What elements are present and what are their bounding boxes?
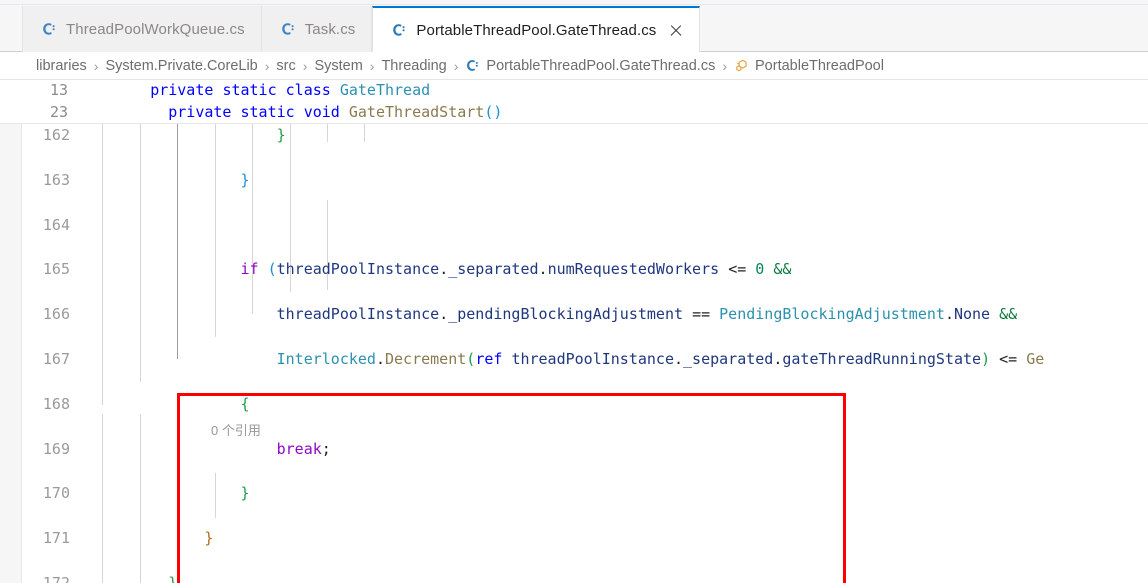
breadcrumb-item-system[interactable]: System (314, 58, 362, 74)
tab-task[interactable]: Task.cs (261, 6, 373, 52)
breadcrumb-item-libraries[interactable]: libraries (36, 58, 87, 74)
line-content: } (240, 170, 250, 189)
csharp-file-icon (467, 60, 479, 71)
breadcrumb-separator: › (722, 57, 727, 74)
breadcrumb: libraries › System.Private.CoreLib › src… (0, 52, 1148, 80)
code-line-166[interactable]: 166 threadPoolInstance._pendingBlockingA… (0, 303, 1148, 325)
breadcrumb-label: PortableThreadPool (755, 57, 884, 74)
line-content: } (168, 573, 178, 583)
code-line-162[interactable]: 162 } (0, 124, 1148, 146)
code-line-168[interactable]: 168 { (0, 393, 1148, 415)
line-content: if (threadPoolInstance._separated.numReq… (240, 260, 792, 279)
code-line-172[interactable]: 172 } (0, 572, 1148, 583)
breadcrumb-item-threading[interactable]: Threading (381, 58, 446, 74)
line-number: 166 (42, 305, 70, 324)
line-content: { (240, 394, 250, 413)
close-icon[interactable] (668, 23, 683, 38)
editor-tab-strip: ThreadPoolWorkQueue.cs Task.cs PortableT… (0, 0, 1148, 52)
breadcrumb-separator: › (264, 57, 270, 74)
line-number: 172 (42, 573, 70, 583)
line-number: 162 (42, 126, 70, 144)
line-number: 167 (42, 349, 70, 368)
line-content: } (276, 126, 286, 144)
line-content: } (204, 529, 214, 548)
breadcrumb-label: PortableThreadPool.GateThread.cs (486, 57, 716, 74)
csharp-file-icon (43, 23, 55, 35)
line-number: 168 (42, 394, 70, 413)
breadcrumb-label: Threading (381, 57, 447, 74)
line-content: Interlocked.Decrement(ref threadPoolInst… (276, 349, 1045, 368)
breadcrumb-item-class[interactable]: PortableThreadPool (734, 58, 884, 74)
line-content: threadPoolInstance._pendingBlockingAdjus… (276, 305, 1018, 324)
breadcrumb-label: libraries (36, 57, 87, 74)
breadcrumb-separator: › (453, 57, 459, 74)
tab-label: Task.cs (304, 20, 356, 38)
breadcrumb-separator: › (369, 57, 375, 74)
code-line-164[interactable]: 164 (0, 214, 1148, 236)
line-number: 171 (42, 529, 70, 548)
line-number: 170 (42, 484, 70, 503)
sticky-line-code[interactable]: private static class GateThread (96, 81, 430, 99)
tab-portablethreadpool-gatethread[interactable]: PortableThreadPool.GateThread.cs (372, 6, 701, 52)
line-number: 169 (42, 439, 70, 458)
breadcrumb-item-file[interactable]: PortableThreadPool.GateThread.cs (465, 58, 715, 74)
code-lines: 162 } 163 } 164 165 if (threadPoolInstan… (0, 124, 1148, 583)
code-line-170[interactable]: 170 } (0, 482, 1148, 504)
sticky-line-code[interactable]: private static void GateThreadStart() (96, 103, 502, 121)
line-number: 163 (42, 170, 70, 189)
codelens-references[interactable]: 0 个引用 (211, 420, 261, 439)
code-line-165[interactable]: 165 if (threadPoolInstance._separated.nu… (0, 258, 1148, 280)
code-line-171[interactable]: 171 } (0, 527, 1148, 549)
code-line-163[interactable]: 163 } (0, 169, 1148, 191)
breadcrumb-item-corelib[interactable]: System.Private.CoreLib (105, 58, 257, 74)
breadcrumb-label: System.Private.CoreLib (105, 57, 258, 74)
csharp-file-icon (393, 24, 406, 36)
line-content: } (240, 484, 250, 503)
code-editor-window: ThreadPoolWorkQueue.cs Task.cs PortableT… (0, 0, 1148, 583)
breadcrumb-label: src (276, 57, 296, 74)
code-line-167[interactable]: 167 Interlocked.Decrement(ref threadPool… (0, 348, 1148, 370)
breadcrumb-separator: › (93, 57, 99, 74)
tab-strip-top-edge (0, 0, 1148, 5)
code-line-169[interactable]: 169 break; (0, 438, 1148, 460)
class-icon (736, 59, 747, 72)
line-number: 164 (42, 215, 70, 234)
tab-threadpoolworkqueue[interactable]: ThreadPoolWorkQueue.cs (22, 6, 262, 52)
breadcrumb-label: System (314, 57, 363, 74)
line-number: 165 (42, 260, 70, 279)
sticky-scroll-header: 13 private static class GateThread 23 pr… (0, 80, 1148, 124)
sticky-line-number: 13 (49, 81, 68, 99)
breadcrumb-item-src[interactable]: src (276, 58, 295, 74)
sticky-line-number: 23 (49, 103, 68, 121)
csharp-file-icon (281, 23, 294, 35)
tab-list: ThreadPoolWorkQueue.cs Task.cs PortableT… (22, 6, 701, 52)
tab-label: ThreadPoolWorkQueue.cs (66, 20, 245, 38)
line-content: break; (276, 439, 331, 458)
editor-body[interactable]: 162 } 163 } 164 165 if (threadPoolInstan… (0, 124, 1148, 583)
breadcrumb-separator: › (302, 57, 308, 74)
tab-label: PortableThreadPool.GateThread.cs (416, 21, 657, 39)
